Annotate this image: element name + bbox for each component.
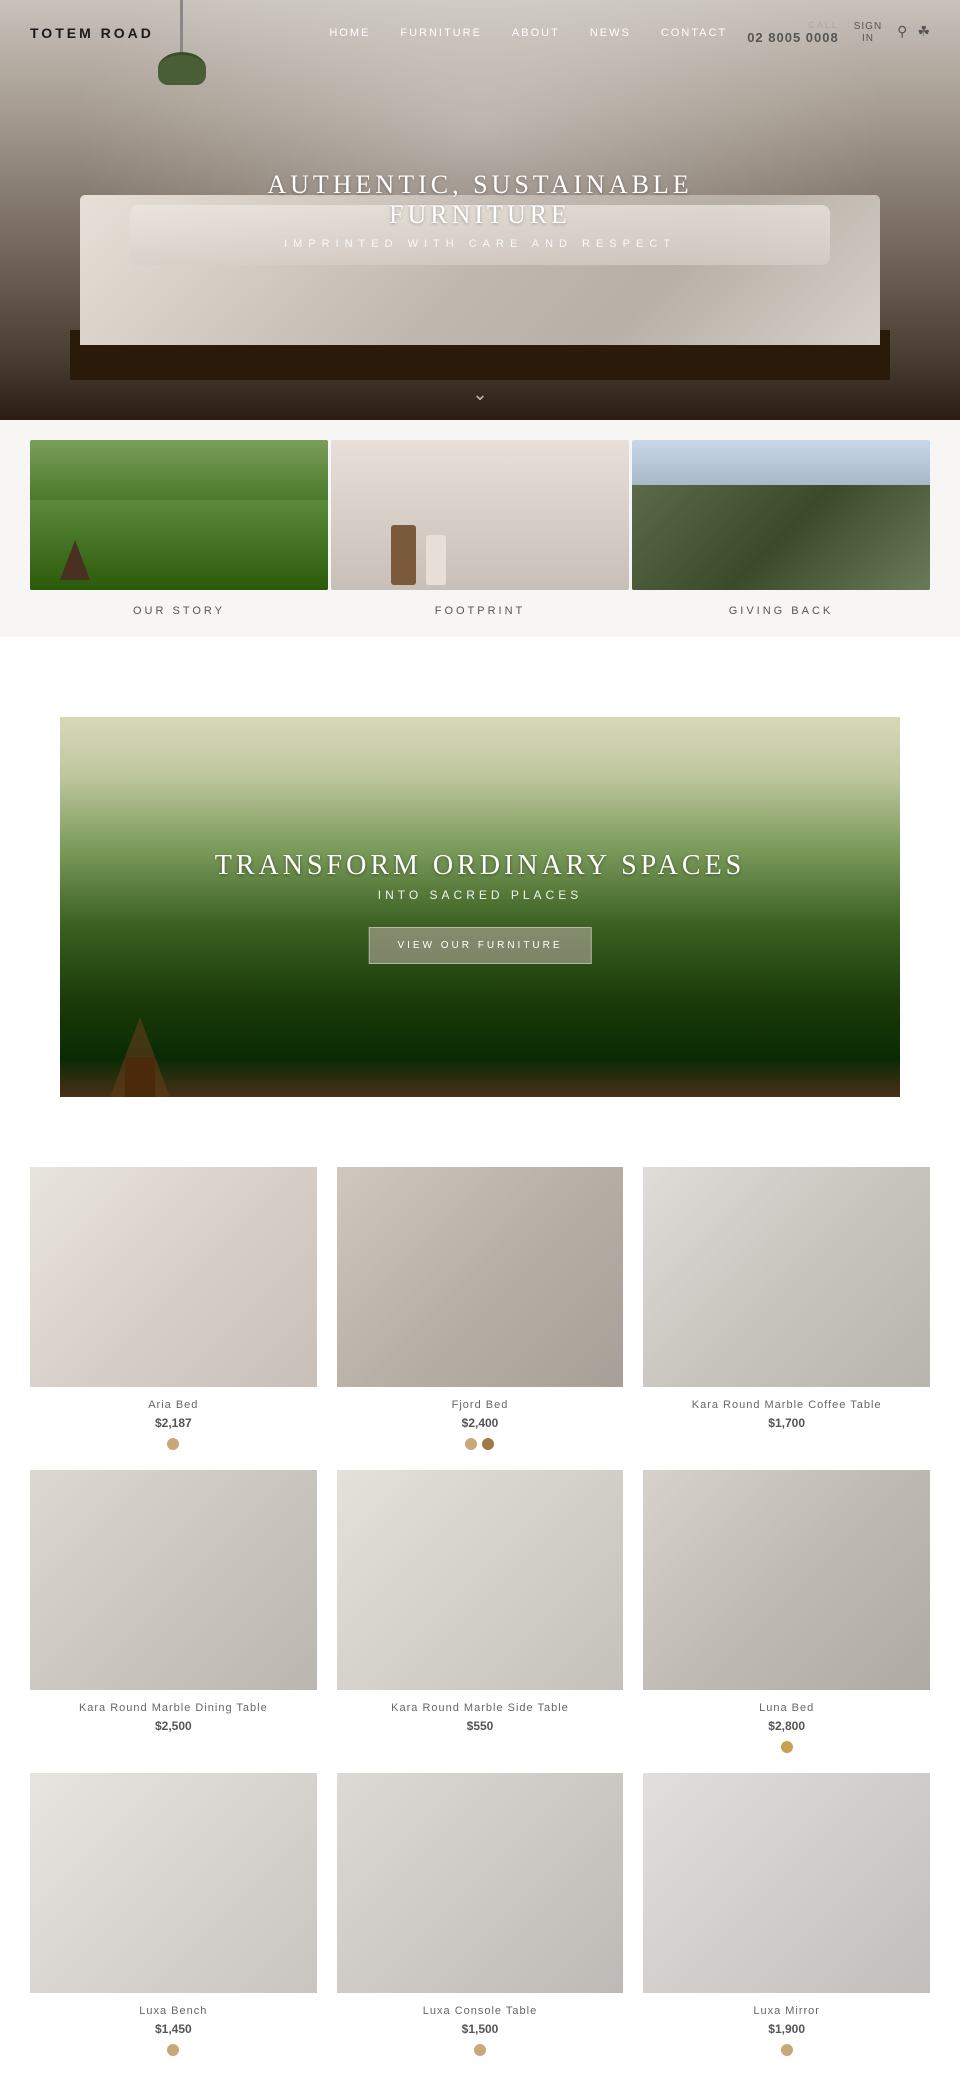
swatch-tan[interactable] xyxy=(167,2044,179,2056)
product-swatches-luxa-mirror xyxy=(781,2044,793,2056)
nav-icons: ⚲ ☘ xyxy=(897,24,930,41)
spacer-2 xyxy=(0,1097,960,1127)
panels-section: OUR STORY FOOTPRINT GIVING BACK xyxy=(0,420,960,637)
product-image-dining-table xyxy=(30,1470,317,1690)
panel-footprint[interactable]: FOOTPRINT xyxy=(331,440,629,617)
spacer-1 xyxy=(0,637,960,717)
cabin-body xyxy=(125,1057,155,1097)
product-name-luxa-mirror: Luxa Mirror xyxy=(753,2005,820,2017)
product-price-console-table: $1,500 xyxy=(462,2022,499,2036)
search-icon[interactable]: ⚲ xyxy=(897,24,907,41)
bed-base xyxy=(100,345,860,380)
product-name-console-table: Luxa Console Table xyxy=(423,2005,537,2017)
product-name-fjord-bed: Fjord Bed xyxy=(452,1399,509,1411)
view-furniture-button[interactable]: VIEW OUR FURNITURE xyxy=(368,927,591,964)
product-image-side-table xyxy=(337,1470,624,1690)
product-image-coffee-table xyxy=(643,1167,930,1387)
product-card-coffee-table[interactable]: Kara Round Marble Coffee Table $1,700 xyxy=(643,1167,930,1450)
banner-subtitle: INTO SACRED PLACES xyxy=(215,888,746,902)
product-image-console-table xyxy=(337,1773,624,1993)
call-label: CALL xyxy=(808,20,839,30)
product-card-side-table[interactable]: Kara Round Marble Side Table $550 xyxy=(337,1470,624,1753)
nav-contact[interactable]: CONTACT xyxy=(661,27,727,39)
product-price-aria-bed: $2,187 xyxy=(155,1416,192,1430)
products-grid: Aria Bed $2,187 Fjord Bed $2,400 Kara Ro… xyxy=(30,1167,930,2056)
product-image-luna-bed xyxy=(643,1470,930,1690)
product-swatches-luna-bed xyxy=(781,1741,793,1753)
product-price-luxa-mirror: $1,900 xyxy=(768,2022,805,2036)
panel-our-story[interactable]: OUR STORY xyxy=(30,440,328,617)
panel-footprint-label: FOOTPRINT xyxy=(435,605,526,617)
product-name-luxa-bench: Luxa Bench xyxy=(139,2005,207,2017)
product-name-dining-table: Kara Round Marble Dining Table xyxy=(79,1702,268,1714)
product-price-coffee-table: $1,700 xyxy=(768,1416,805,1430)
product-name-coffee-table: Kara Round Marble Coffee Table xyxy=(692,1399,882,1411)
product-swatches-aria-bed xyxy=(167,1438,179,1450)
panel-mountains-image xyxy=(632,440,930,590)
banner-wrapper: TRANSFORM ORDINARY SPACES INTO SACRED PL… xyxy=(0,717,960,1097)
product-card-luxa-bench[interactable]: Luxa Bench $1,450 xyxy=(30,1773,317,2056)
swatch-tan[interactable] xyxy=(474,2044,486,2056)
swatch-tan[interactable] xyxy=(781,2044,793,2056)
product-price-side-table: $550 xyxy=(467,1719,494,1733)
swatch-tan[interactable] xyxy=(167,1438,179,1450)
product-name-aria-bed: Aria Bed xyxy=(148,1399,198,1411)
product-card-console-table[interactable]: Luxa Console Table $1,500 xyxy=(337,1773,624,2056)
product-swatches-luxa-bench xyxy=(167,2044,179,2056)
product-card-aria-bed[interactable]: Aria Bed $2,187 xyxy=(30,1167,317,1450)
panel-giving-back-label: GIVING BACK xyxy=(729,605,834,617)
swatch-bronze[interactable] xyxy=(482,1438,494,1450)
nav-furniture[interactable]: FURNITURE xyxy=(400,27,482,39)
product-name-side-table: Kara Round Marble Side Table xyxy=(391,1702,569,1714)
panel-candles-image xyxy=(331,440,629,590)
site-logo[interactable]: TOTEM ROAD xyxy=(30,25,154,41)
product-card-fjord-bed[interactable]: Fjord Bed $2,400 xyxy=(337,1167,624,1450)
product-image-luxa-bench xyxy=(30,1773,317,1993)
cart-icon[interactable]: ☘ xyxy=(917,24,930,41)
product-image-fjord-bed xyxy=(337,1167,624,1387)
main-nav: HOME FURNITURE ABOUT NEWS CONTACT xyxy=(329,27,727,39)
call-section: CALL 02 8005 0008 xyxy=(747,20,839,45)
product-card-luxa-mirror[interactable]: Luxa Mirror $1,900 xyxy=(643,1773,930,2056)
nav-home[interactable]: HOME xyxy=(329,27,370,39)
sign-in-button[interactable]: SIGN IN xyxy=(854,21,882,45)
scroll-indicator[interactable]: ⌄ xyxy=(472,384,487,405)
nav-news[interactable]: NEWS xyxy=(590,27,631,39)
product-image-aria-bed xyxy=(30,1167,317,1387)
nav-about[interactable]: ABOUT xyxy=(512,27,560,39)
panel-our-story-label: OUR STORY xyxy=(133,605,225,617)
banner-text: TRANSFORM ORDINARY SPACES INTO SACRED PL… xyxy=(215,850,746,964)
product-name-luna-bed: Luna Bed xyxy=(759,1702,814,1714)
product-price-luxa-bench: $1,450 xyxy=(155,2022,192,2036)
banner-title: TRANSFORM ORDINARY SPACES xyxy=(215,850,746,882)
products-section: Aria Bed $2,187 Fjord Bed $2,400 Kara Ro… xyxy=(0,1127,960,2096)
call-number[interactable]: 02 8005 0008 xyxy=(747,30,839,45)
hero-text: AUTHENTIC, SUSTAINABLE FURNITURE IMPRINT… xyxy=(240,170,720,250)
swatch-gold[interactable] xyxy=(781,1741,793,1753)
hero-subtitle: IMPRINTED WITH CARE AND RESPECT xyxy=(240,238,720,250)
product-swatches-console-table xyxy=(474,2044,486,2056)
swatch-tan[interactable] xyxy=(465,1438,477,1450)
product-card-luna-bed[interactable]: Luna Bed $2,800 xyxy=(643,1470,930,1753)
product-price-fjord-bed: $2,400 xyxy=(462,1416,499,1430)
header: TOTEM ROAD HOME FURNITURE ABOUT NEWS CON… xyxy=(0,0,960,65)
product-swatches-fjord-bed xyxy=(465,1438,494,1450)
product-card-dining-table[interactable]: Kara Round Marble Dining Table $2,500 xyxy=(30,1470,317,1753)
panel-giving-back[interactable]: GIVING BACK xyxy=(632,440,930,617)
product-price-dining-table: $2,500 xyxy=(155,1719,192,1733)
banner-section: TRANSFORM ORDINARY SPACES INTO SACRED PL… xyxy=(60,717,900,1097)
hero-title: AUTHENTIC, SUSTAINABLE FURNITURE xyxy=(240,170,720,230)
product-price-luna-bed: $2,800 xyxy=(768,1719,805,1733)
panel-forest-image xyxy=(30,440,328,590)
product-image-luxa-mirror xyxy=(643,1773,930,1993)
